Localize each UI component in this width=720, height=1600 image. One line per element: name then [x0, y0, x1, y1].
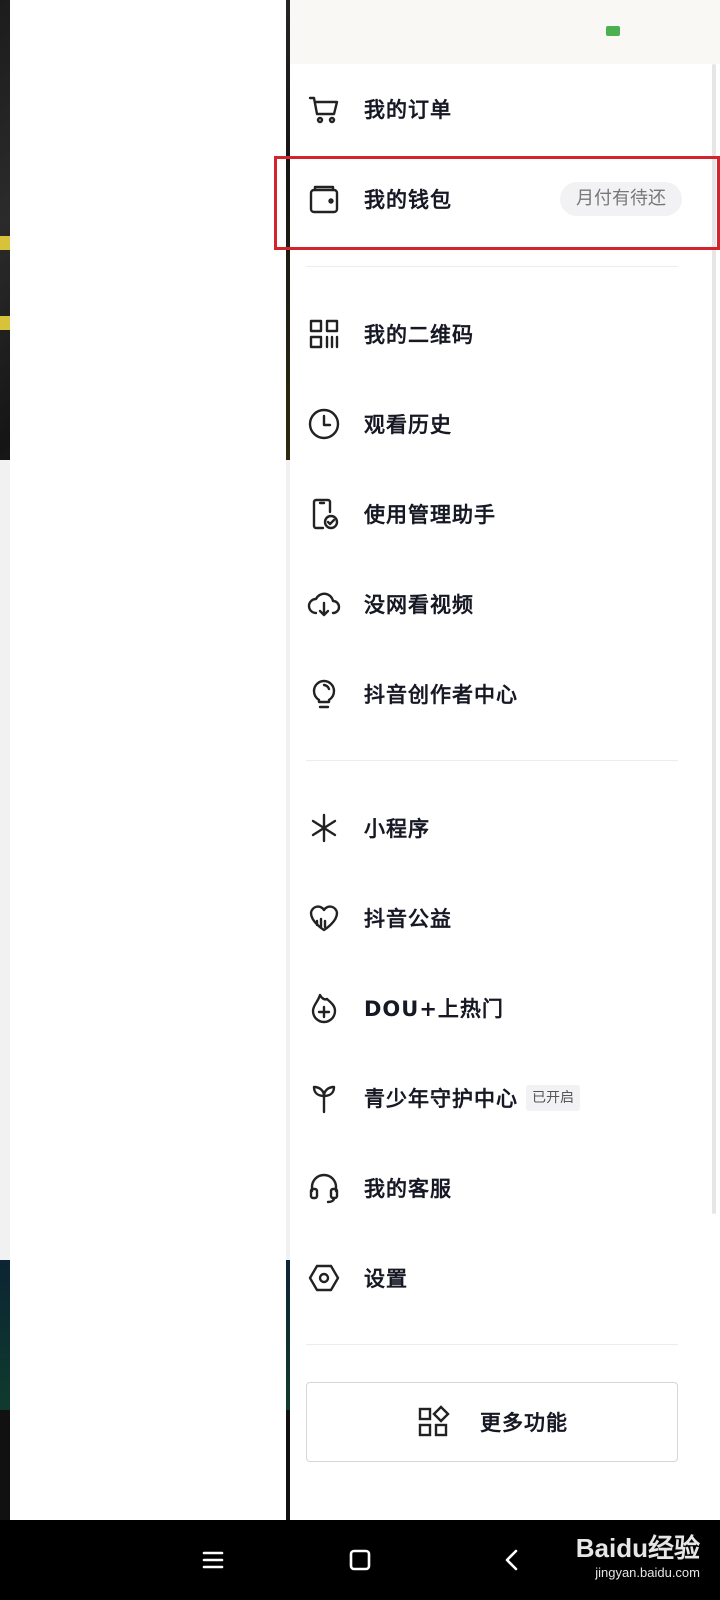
- menu-item-offline-video[interactable]: 没网看视频: [306, 569, 696, 639]
- lightbulb-icon: [306, 676, 342, 712]
- cloud-download-icon: [306, 586, 342, 622]
- home-square-icon: [349, 1549, 371, 1571]
- teen-mode-status-badge: 已开启: [526, 1085, 580, 1111]
- menu-label: 我的二维码: [364, 323, 474, 347]
- cart-icon: [306, 91, 342, 127]
- heart-icon: [306, 900, 342, 936]
- divider: [306, 266, 678, 267]
- menu-label: 我的订单: [364, 98, 452, 122]
- background-app: [0, 0, 290, 1520]
- headset-icon: [306, 1170, 342, 1206]
- more-features-button[interactable]: 更多功能: [306, 1382, 678, 1462]
- menu-label: DOU+上热门: [364, 997, 504, 1021]
- phone-check-icon: [306, 496, 342, 532]
- status-bar: [290, 0, 720, 64]
- divider: [306, 1344, 678, 1345]
- menu-item-dou-plus[interactable]: DOU+上热门: [306, 973, 696, 1043]
- recent-apps-button[interactable]: [193, 1540, 233, 1580]
- flame-plus-icon: [306, 990, 342, 1026]
- more-features-label: 更多功能: [480, 1411, 568, 1435]
- clock-icon: [306, 406, 342, 442]
- miniapp-icon: [306, 810, 342, 846]
- menu-item-qrcode[interactable]: 我的二维码: [306, 299, 696, 369]
- menu-item-customer-service[interactable]: 我的客服: [306, 1153, 696, 1223]
- menu-item-orders[interactable]: 我的订单: [306, 74, 696, 144]
- apps-icon: [418, 1405, 450, 1437]
- menu-label: 设置: [364, 1267, 408, 1291]
- home-button[interactable]: [340, 1540, 380, 1580]
- sprout-icon: [306, 1080, 342, 1116]
- watermark-logo: Baidu经验: [575, 1533, 700, 1563]
- menu-item-settings[interactable]: 设置: [306, 1243, 696, 1313]
- menu-label: 青少年守护中心: [364, 1087, 518, 1111]
- menu-icon: [202, 1551, 224, 1569]
- highlight-box: [274, 156, 720, 250]
- menu-label: 抖音创作者中心: [364, 683, 518, 707]
- back-button[interactable]: [492, 1540, 532, 1580]
- menu-item-history[interactable]: 观看历史: [306, 389, 696, 459]
- back-chevron-icon: [505, 1549, 518, 1571]
- baidu-watermark: Baidu经验 jingyan.baidu.com: [576, 1528, 700, 1580]
- menu-item-charity[interactable]: 抖音公益: [306, 883, 696, 953]
- overlay-panel: [10, 0, 286, 1520]
- menu-item-usage-assistant[interactable]: 使用管理助手: [306, 479, 696, 549]
- menu-label: 小程序: [364, 817, 430, 841]
- qrcode-icon: [306, 316, 342, 352]
- watermark-url: jingyan.baidu.com: [595, 1565, 700, 1580]
- menu-label: 我的客服: [364, 1177, 452, 1201]
- menu-label: 没网看视频: [364, 593, 474, 617]
- menu-label: 抖音公益: [364, 907, 452, 931]
- menu-item-mini-programs[interactable]: 小程序: [306, 793, 696, 863]
- gear-hex-icon: [306, 1260, 342, 1296]
- menu-item-teen-protection[interactable]: 青少年守护中心 已开启: [306, 1063, 696, 1133]
- menu-label: 观看历史: [364, 413, 452, 437]
- menu-item-creator-center[interactable]: 抖音创作者中心: [306, 659, 696, 729]
- divider: [306, 760, 678, 761]
- menu-label: 使用管理助手: [364, 503, 496, 527]
- battery-icon: [606, 26, 620, 36]
